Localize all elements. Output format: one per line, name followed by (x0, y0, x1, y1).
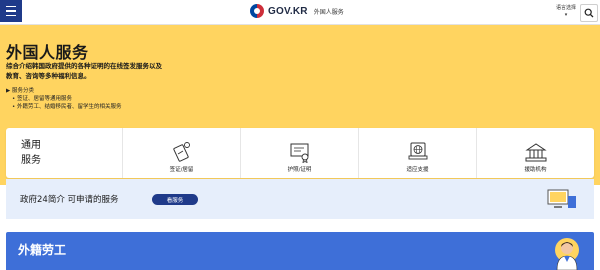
language-selector[interactable]: 语言选择 ▾ (556, 5, 576, 19)
certificate-icon (290, 143, 308, 163)
search-icon (584, 8, 594, 18)
logo-text: GOV.KR (268, 5, 308, 17)
page-title: 外国人服务 (6, 43, 89, 62)
gov24-text: 政府24简介 可申请的服务 (20, 195, 119, 205)
visa-icon (172, 142, 190, 162)
menu-button[interactable] (0, 0, 22, 22)
logo-subtitle: 外国人服务 (313, 8, 344, 16)
language-label: 语言选择 (556, 5, 577, 11)
hamburger-icon (6, 5, 16, 8)
services-heading: 通用 服务 (21, 140, 41, 166)
service-visa-stay[interactable]: 签证/居留 (122, 128, 240, 178)
globe-icon (408, 142, 427, 160)
service-label: 适应支援 (406, 167, 429, 173)
category-item: • 签证、居留等通用服务 (12, 96, 72, 102)
worker-avatar-icon (555, 238, 579, 270)
chevron-down-icon: ▾ (564, 12, 568, 18)
hero-description: 综合介绍韩国政府提供的各种证明的在线签发服务以及 教育、咨询等多种福利信息。 (6, 62, 162, 80)
category-title: ▶ 服务分类 (6, 88, 34, 94)
foreign-workers-section: 外籍劳工 (6, 232, 594, 270)
gov24-banner: 政府24简介 可申请的服务 看服务 (6, 179, 594, 219)
institution-icon (524, 143, 547, 162)
service-category-list: ▶ 服务分类 • 签证、居留等通用服务 • 外籍劳工、结婚移民者、留学生的相关服… (6, 87, 122, 111)
service-label: 签证/居留 (169, 167, 194, 173)
general-services-card: 通用 服务 签证/居留 护照/证明 适应支援 援助机构 (6, 128, 594, 178)
category-item: • 外籍劳工、结婚移民者、留学生的相关服务 (12, 104, 122, 110)
search-button[interactable] (580, 4, 598, 22)
govkr-logo[interactable]: GOV.KR 外国人服务 (250, 4, 344, 18)
taegeuk-logo-icon (250, 4, 264, 18)
service-label: 护照/证明 (287, 167, 312, 173)
service-support-institutions[interactable]: 援助机构 (476, 128, 594, 178)
top-navigation-bar: GOV.KR 外国人服务 语言选择 ▾ (0, 0, 600, 25)
monitor-icon (547, 189, 576, 208)
view-services-button[interactable]: 看服务 (152, 194, 198, 205)
service-passport-certificate[interactable]: 护照/证明 (240, 128, 358, 178)
service-adaptation-support[interactable]: 适应支援 (358, 128, 476, 178)
service-label: 援助机构 (524, 167, 547, 173)
section-title: 外籍劳工 (18, 243, 67, 257)
